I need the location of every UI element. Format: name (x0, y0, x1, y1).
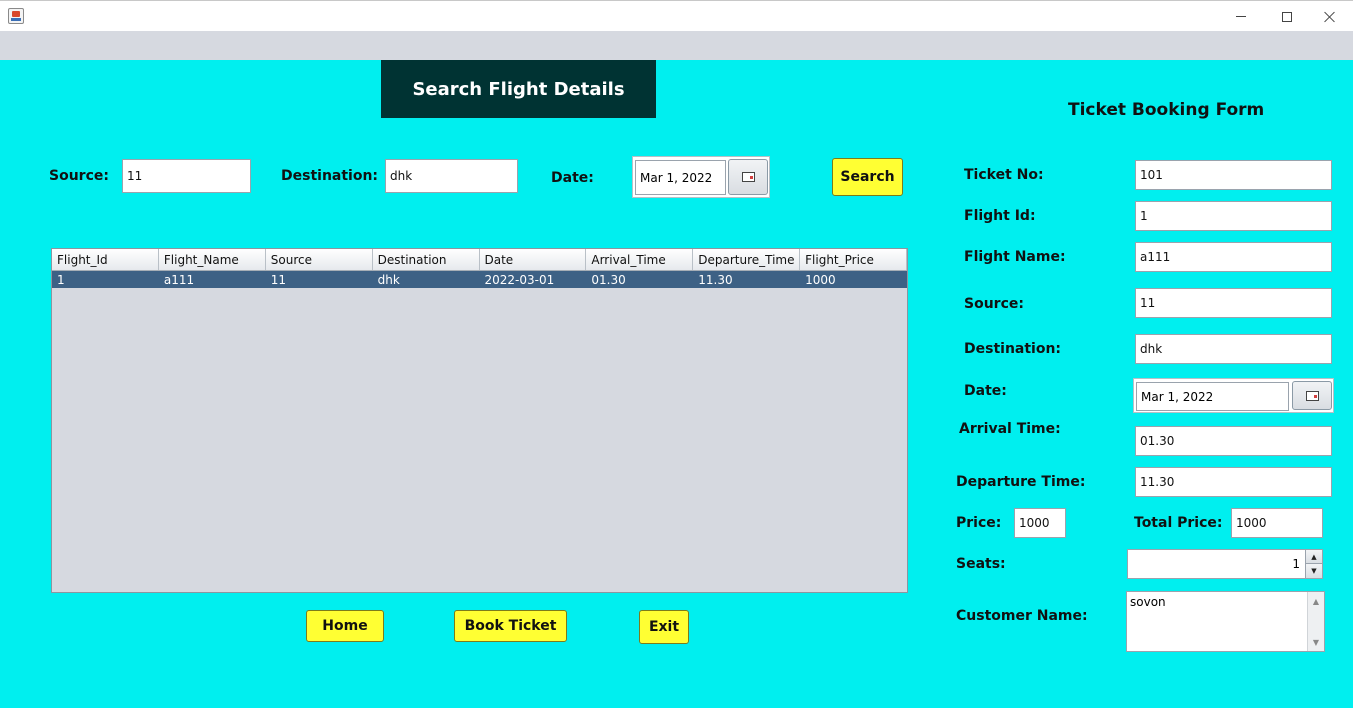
customer-name-value: sovon (1130, 595, 1166, 609)
source-label: Source: (49, 168, 109, 184)
flight-id-field[interactable] (1135, 201, 1332, 231)
menu-bar (0, 31, 1353, 60)
booking-destination-value[interactable] (1140, 342, 1327, 356)
flight-table[interactable]: Flight_Id Flight_Name Source Destination Dat… (51, 248, 908, 593)
ticket-no-value[interactable] (1140, 168, 1327, 182)
column-header[interactable]: Flight_Name (159, 249, 266, 270)
search-banner-title: Search Flight Details (381, 60, 656, 118)
price-label: Price: (956, 515, 1002, 531)
java-app-icon (8, 8, 24, 24)
booking-destination-field[interactable] (1135, 334, 1332, 364)
column-header[interactable]: Date (480, 249, 587, 270)
scroll-up-icon[interactable]: ▲ (1308, 594, 1324, 608)
minimize-icon (1236, 16, 1246, 17)
source-search-input[interactable] (122, 159, 251, 193)
destination-label: Destination: (281, 168, 379, 184)
flight-id-label: Flight Id: (964, 208, 1036, 224)
total-price-label: Total Price: (1134, 515, 1223, 531)
booking-date-picker[interactable]: Mar 1, 2022 (1133, 378, 1334, 413)
booking-form-title: Ticket Booking Form (1068, 100, 1265, 120)
column-header[interactable]: Source (266, 249, 373, 270)
price-value[interactable] (1019, 516, 1061, 530)
home-button[interactable]: Home (306, 610, 384, 642)
column-header[interactable]: Destination (373, 249, 480, 270)
calendar-icon (741, 172, 755, 182)
flight-name-field[interactable] (1135, 242, 1332, 272)
search-button[interactable]: Search (832, 158, 903, 196)
table-cell: dhk (377, 272, 400, 287)
booking-calendar-button[interactable] (1292, 381, 1332, 410)
table-row[interactable]: 1 a111 11 dhk 2022-03-01 01.30 11.30 1000 (52, 271, 907, 288)
ticket-no-label: Ticket No: (964, 167, 1044, 183)
minimize-button[interactable] (1218, 1, 1264, 32)
booking-source-label: Source: (964, 296, 1024, 312)
arrival-time-field[interactable] (1135, 426, 1332, 456)
table-cell: 1 (57, 272, 65, 287)
price-field[interactable] (1014, 508, 1066, 538)
calendar-button[interactable] (728, 159, 768, 195)
table-cell: 11 (270, 272, 287, 287)
date-search-input[interactable]: Mar 1, 2022 (635, 160, 726, 195)
table-cell: 1000 (805, 272, 836, 287)
column-header[interactable]: Flight_Id (52, 249, 159, 270)
booking-source-field[interactable] (1135, 288, 1332, 318)
exit-button[interactable]: Exit (639, 610, 689, 644)
arrival-time-value[interactable] (1140, 434, 1327, 448)
departure-time-label: Departure Time: (956, 474, 1086, 490)
booking-date-input[interactable]: Mar 1, 2022 (1136, 382, 1289, 411)
scroll-down-icon[interactable]: ▼ (1308, 635, 1324, 649)
spinner-up-icon[interactable]: ▲ (1306, 550, 1322, 564)
date-label: Date: (551, 170, 594, 186)
total-price-value[interactable] (1236, 516, 1318, 530)
source-search-value[interactable] (127, 169, 246, 183)
booking-destination-label: Destination: (964, 341, 1062, 357)
column-header[interactable]: Flight_Price (800, 249, 907, 270)
close-icon (1324, 11, 1336, 23)
table-cell: 11.30 (698, 272, 733, 287)
title-bar (0, 0, 1353, 31)
spinner-buttons: ▲ ▼ (1305, 550, 1322, 578)
departure-time-value[interactable] (1140, 475, 1327, 489)
maximize-icon (1282, 11, 1292, 22)
total-price-field[interactable] (1231, 508, 1323, 538)
booking-source-value[interactable] (1140, 296, 1327, 310)
date-picker[interactable]: Mar 1, 2022 (632, 156, 770, 198)
seats-spinner[interactable]: 1 ▲ ▼ (1127, 549, 1323, 579)
column-header[interactable]: Departure_Time (693, 249, 801, 270)
booking-date-label: Date: (964, 383, 1007, 399)
calendar-icon (1305, 390, 1319, 401)
close-button[interactable] (1307, 1, 1353, 32)
maximize-button[interactable] (1264, 1, 1310, 32)
seats-label: Seats: (956, 556, 1006, 572)
customer-name-textarea[interactable]: sovon ▲ ▼ (1126, 591, 1325, 652)
flight-id-value[interactable] (1140, 209, 1327, 223)
column-header[interactable]: Arrival_Time (586, 249, 694, 270)
flight-name-value[interactable] (1140, 250, 1327, 264)
ticket-no-field[interactable] (1135, 160, 1332, 190)
table-cell: 2022-03-01 (484, 272, 555, 287)
destination-search-value[interactable] (390, 169, 513, 183)
textarea-scrollbar[interactable]: ▲ ▼ (1307, 592, 1324, 651)
arrival-time-label: Arrival Time: (959, 421, 1061, 437)
flight-name-label: Flight Name: (964, 249, 1066, 265)
book-ticket-button[interactable]: Book Ticket (454, 610, 567, 642)
spinner-down-icon[interactable]: ▼ (1306, 564, 1322, 578)
table-cell: 01.30 (591, 272, 626, 287)
table-cell: a111 (163, 272, 195, 287)
customer-name-label: Customer Name: (956, 608, 1088, 624)
departure-time-field[interactable] (1135, 467, 1332, 497)
seats-value: 1 (1292, 557, 1300, 571)
destination-search-input[interactable] (385, 159, 518, 193)
table-header: Flight_Id Flight_Name Source Destination Dat… (52, 249, 907, 271)
main-panel: Search Flight Details Source: Destinatio… (0, 60, 1353, 708)
